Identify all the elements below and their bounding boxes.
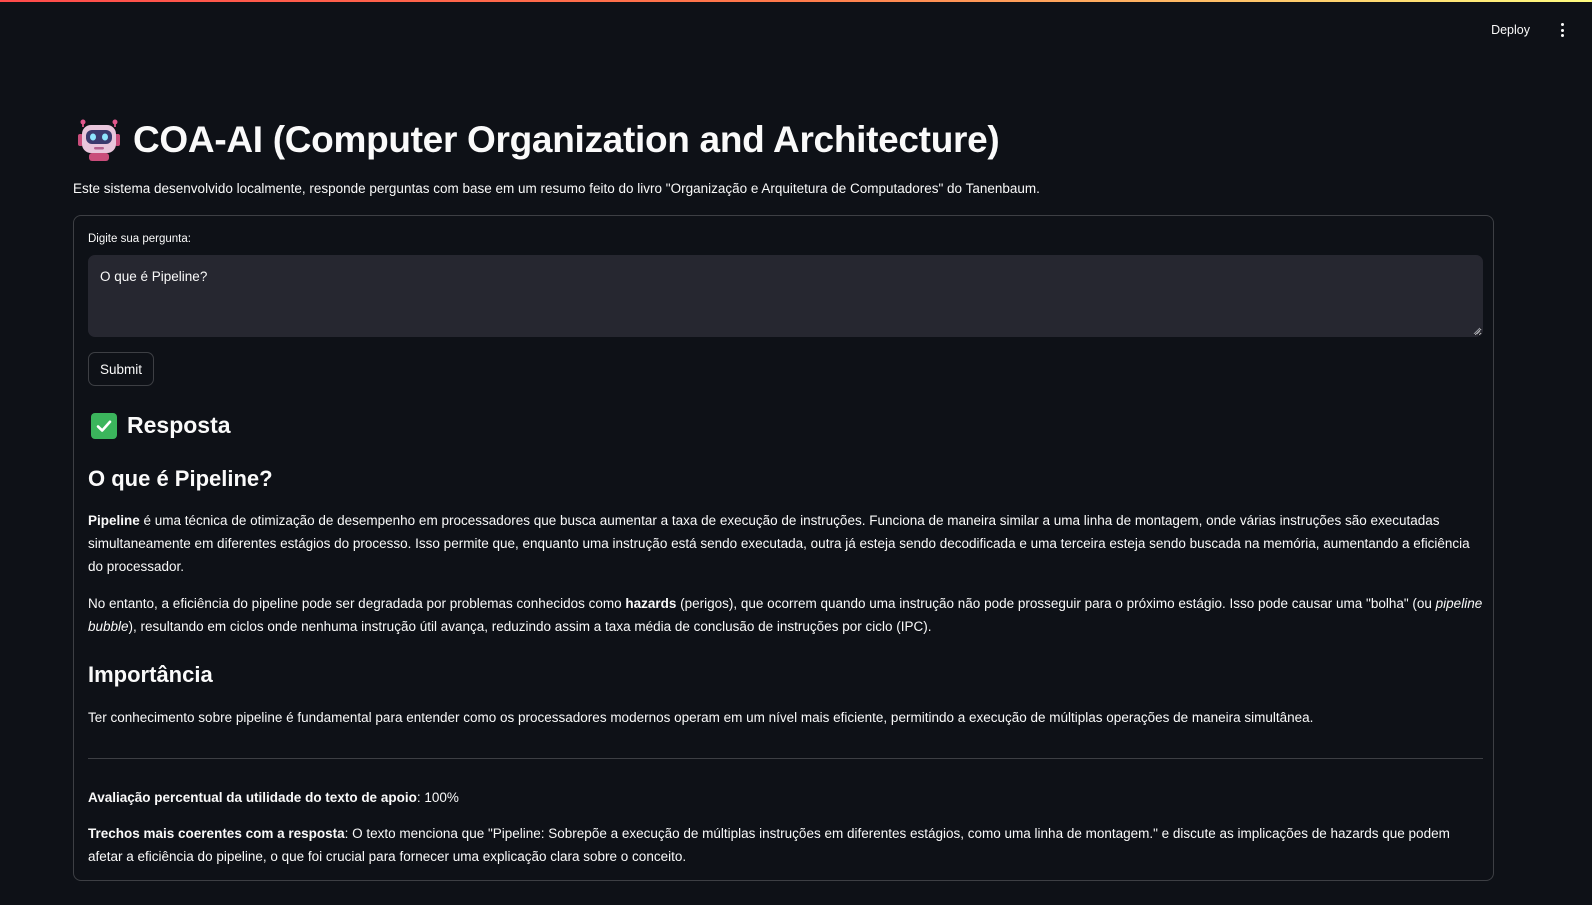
paragraph-2-text-after: ), resultando em ciclos onde nenhuma ins… (128, 619, 932, 634)
divider (88, 758, 1483, 759)
answer-heading: O que é Pipeline? (88, 466, 273, 491)
utility-value: : 100% (416, 790, 459, 805)
page-title: COA-AI (Computer Organization and Archit… (133, 119, 1000, 160)
answer-paragraph-1: Pipeline é uma técnica de otimização de … (88, 509, 1483, 578)
question-textarea-wrapper: O que é Pipeline? (88, 255, 1483, 337)
paragraph-2-text-before: No entanto, a eficiência do pipeline pod… (88, 596, 626, 611)
excerpts-label: Trechos mais coerentes com a resposta (88, 826, 345, 841)
term-hazards: hazards (625, 596, 677, 611)
robot-icon (78, 119, 120, 161)
question-input[interactable]: O que é Pipeline? (88, 255, 1483, 337)
paragraph-2-text-middle: (perigos), que ocorrem quando uma instru… (676, 596, 1436, 611)
question-form: Digite sua pergunta: O que é Pipeline? S… (73, 215, 1494, 881)
answer-paragraph-2: No entanto, a eficiência do pipeline pod… (88, 592, 1483, 638)
term-pipeline: Pipeline (88, 513, 140, 528)
importance-heading: Importância (88, 662, 213, 687)
resize-grip-icon[interactable] (1473, 327, 1481, 335)
response-heading: Resposta (127, 412, 231, 438)
intro-text: Este sistema desenvolvido localmente, re… (73, 181, 1040, 196)
title-row: COA-AI (Computer Organization and Archit… (77, 118, 1000, 162)
submit-button[interactable]: Submit (88, 352, 154, 386)
top-decoration-bar (0, 0, 1592, 2)
coherent-excerpts: Trechos mais coerentes com a resposta: O… (88, 822, 1483, 868)
paragraph-1-text: é uma técnica de otimização de desempenh… (88, 513, 1470, 574)
utility-label: Avaliação percentual da utilidade do tex… (88, 790, 417, 805)
vertical-ellipsis-icon[interactable] (1552, 18, 1572, 42)
utility-evaluation: Avaliação percentual da utilidade do tex… (88, 786, 1483, 809)
importance-paragraph: Ter conhecimento sobre pipeline é fundam… (88, 710, 1314, 725)
question-label: Digite sua pergunta: (88, 233, 191, 245)
deploy-button[interactable]: Deploy (1483, 19, 1538, 41)
response-header: Resposta (91, 412, 231, 439)
check-mark-icon (91, 412, 117, 439)
app-header: Deploy (1483, 18, 1572, 42)
